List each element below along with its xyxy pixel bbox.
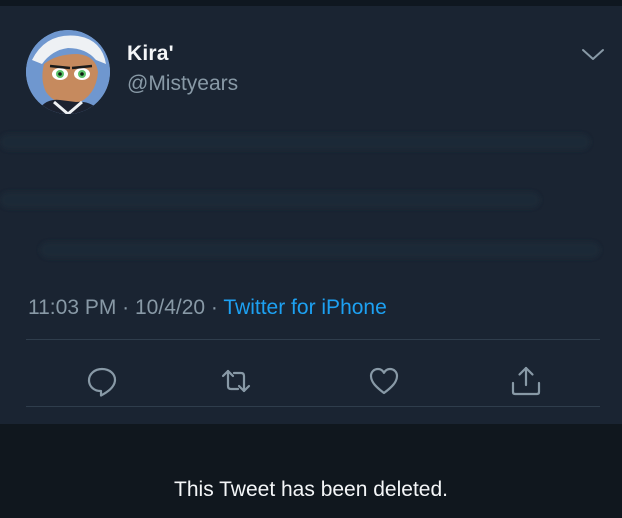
avatar[interactable] <box>26 30 110 114</box>
deleted-notice-text: This Tweet has been deleted. <box>174 478 448 501</box>
display-name[interactable]: Kira' <box>127 42 174 66</box>
reply-icon[interactable] <box>85 364 119 398</box>
handle[interactable]: @Mistyears <box>127 72 238 96</box>
action-bar <box>0 348 622 412</box>
meta-separator: · <box>116 296 135 319</box>
retweet-icon[interactable] <box>219 364 253 398</box>
divider <box>26 406 600 407</box>
meta-separator: · <box>205 296 224 319</box>
heart-icon[interactable] <box>367 364 401 398</box>
share-icon[interactable] <box>509 364 543 398</box>
divider <box>26 339 600 340</box>
deleted-notice-bar <box>0 424 622 518</box>
tweet-time: 11:03 PM <box>28 296 117 319</box>
tweet-date: 10/4/20 <box>135 296 206 319</box>
tweet-meta: 11:03 PM · 10/4/20 · Twitter for iPhone <box>28 296 387 320</box>
tweet-card[interactable]: Kira' @Mistyears 11:03 PM · 10/4/20 · Tw… <box>0 6 622 424</box>
obscured-tweet-body <box>0 124 622 274</box>
tweet-source-link[interactable]: Twitter for iPhone <box>223 296 386 319</box>
chevron-down-icon[interactable] <box>580 44 606 64</box>
